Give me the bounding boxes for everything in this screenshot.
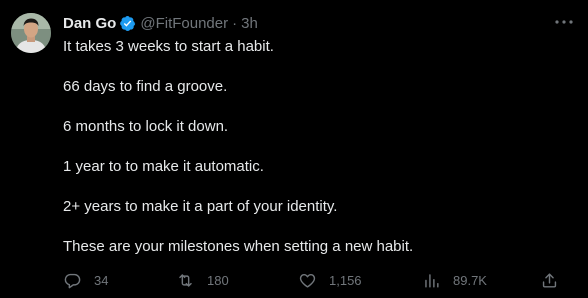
views-chart-icon <box>425 273 439 288</box>
like-count: 1,156 <box>329 272 362 288</box>
tweet-line: 6 months to lock it down. <box>63 118 229 135</box>
more-horizontal-icon[interactable] <box>554 14 574 30</box>
share-button[interactable] <box>540 270 559 290</box>
like-button[interactable]: 1,156 <box>298 270 362 290</box>
retweet-button[interactable]: 180 <box>176 270 229 290</box>
tweet-line: It takes 3 weeks to start a habit. <box>63 38 274 55</box>
retweet-icon <box>179 273 192 287</box>
tweet-timestamp[interactable]: 3h <box>241 15 258 32</box>
heart-icon <box>299 273 316 288</box>
avatar-photo <box>11 13 51 53</box>
views-count: 89.7K <box>453 272 487 288</box>
author-name[interactable]: Dan Go <box>63 15 116 32</box>
tweet-line: 66 days to find a groove. <box>63 78 228 95</box>
views-button[interactable]: 89.7K <box>422 270 487 290</box>
tweet-line: These are your milestones when setting a… <box>63 238 414 255</box>
reply-button[interactable]: 34 <box>63 270 108 290</box>
reply-icon <box>64 273 81 288</box>
verified-badge-icon <box>119 15 136 32</box>
tweet-line: 2+ years to make it a part of your ident… <box>63 198 338 215</box>
tweet-line: 1 year to to make it automatic. <box>63 158 264 175</box>
share-icon <box>542 272 557 288</box>
reply-count: 34 <box>94 272 109 288</box>
author-handle[interactable]: @FitFounder <box>140 15 228 32</box>
tweet-header: Dan Go @FitFounder · 3h <box>63 13 258 33</box>
header-separator: · <box>232 14 238 32</box>
avatar[interactable] <box>11 13 51 53</box>
retweet-count: 180 <box>207 272 229 288</box>
tweet-text: It takes 3 weeks to start a habit. 66 da… <box>63 37 573 277</box>
tweet-actions: 34 180 1,156 89.7K <box>63 270 578 290</box>
tweet[interactable]: Dan Go @FitFounder · 3h It takes 3 weeks… <box>0 0 588 298</box>
